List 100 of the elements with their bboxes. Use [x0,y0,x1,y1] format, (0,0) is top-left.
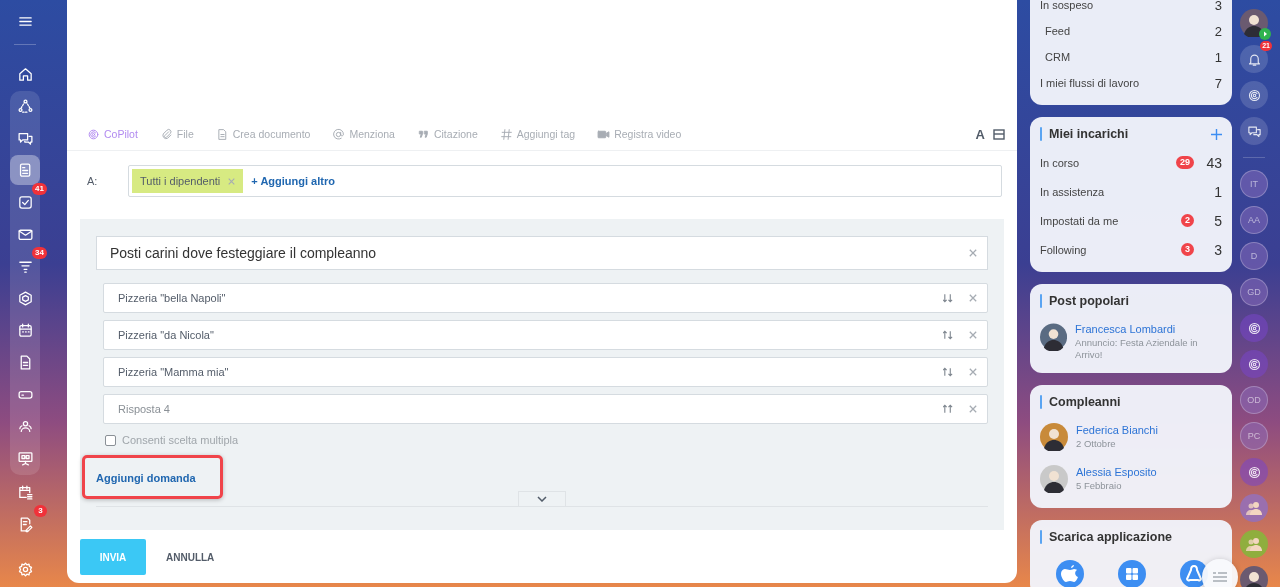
chat-button[interactable] [1240,350,1268,378]
card-title: Scarica applicazione [1049,530,1173,544]
question-field[interactable]: Posti carini dove festeggiare il compleanno [96,236,988,270]
chat-avatar[interactable]: GD [1240,278,1268,306]
up-down-arrows-icon[interactable] [943,367,953,377]
chat-avatar[interactable]: OD [1240,386,1268,414]
count-badge: 2 [1181,214,1194,227]
close-icon[interactable] [969,368,977,376]
toolbar-button[interactable]: Aggiungi tag [499,127,576,141]
spiral-icon [87,127,100,141]
toolbar-button[interactable]: Menziona [332,127,395,141]
person-link[interactable]: Alessia Esposito [1076,466,1157,478]
birthday-date: 5 Febbraio [1076,480,1123,492]
chat-avatar[interactable]: D [1240,242,1268,270]
cancel-button[interactable]: ANNULLA [156,539,225,575]
accent-bar [1040,294,1042,308]
count-badge: 3 [1181,243,1194,256]
card-title: Miei incarichi [1049,127,1130,141]
presentation-icon [16,449,34,467]
down-arrows-icon[interactable] [943,293,953,303]
panel-icon[interactable] [993,128,1005,140]
author-link[interactable]: Francesca Lombardi [1075,323,1222,335]
group-chat-avatar[interactable] [1240,494,1268,522]
birthday-date: 2 Ottobre [1076,438,1117,450]
add-recipient-link[interactable]: + Aggiungi altro [251,175,335,187]
hexagon-icon [16,289,34,307]
add-icon[interactable] [1211,128,1222,140]
close-icon[interactable] [969,294,977,302]
workflow-row[interactable]: I miei flussi di lavoro 7 [1040,70,1222,96]
group-chat-avatar[interactable] [1240,530,1268,558]
accent-bar [1040,127,1042,141]
workflow-row[interactable]: CRM 1 [1040,44,1222,70]
up-arrows-icon[interactable] [943,404,953,414]
task-row[interactable]: Following 3 3 [1040,235,1222,264]
nav-item[interactable] [10,155,40,185]
answer-field[interactable]: Pizzeria "Mamma mia" [103,357,988,387]
toolbar-button[interactable]: Citazione [416,127,478,141]
avatar-icon[interactable] [1040,323,1068,351]
count-badge: 41 [32,183,47,195]
avatar-icon[interactable] [1040,423,1068,451]
home-icon [16,65,34,83]
toolbar-button[interactable]: Crea documento [215,127,311,141]
answer-field[interactable]: Risposta 4 [103,394,988,424]
chat-button[interactable] [1240,458,1268,486]
chat-icon [1246,123,1262,139]
recipients-field[interactable]: Tutti i dipendenti + Aggiungi altro [128,165,1002,197]
close-icon[interactable] [969,405,977,413]
add-question-link[interactable]: Aggiungi domanda [96,472,196,484]
chat-avatar[interactable]: PC [1240,422,1268,450]
task-row[interactable]: In corso 29 43 [1040,148,1222,177]
people-icon [1246,501,1262,515]
expand-tab[interactable] [518,491,566,506]
calendar-list-icon [16,483,34,501]
card-title: Compleanni [1049,395,1122,409]
avatar-icon[interactable] [1240,566,1268,587]
chat-avatar[interactable]: IT [1240,170,1268,198]
post-title: Annuncio: Festa Aziendale in Arrivo! [1075,337,1199,361]
checkbox-icon [16,193,34,211]
recipient-tag[interactable]: Tutti i dipendenti [132,169,244,193]
toolbar-button[interactable]: File [159,127,194,141]
workflow-row[interactable]: Feed 2 [1040,18,1222,44]
workflow-row[interactable]: In sospeso 3 [1040,0,1222,18]
accent-bar [1040,395,1042,409]
up-down-arrows-icon[interactable] [943,330,953,340]
spiral-icon [1246,356,1262,372]
chevron-down-icon [537,496,547,502]
task-row[interactable]: Impostati da me 2 5 [1040,206,1222,235]
count-badge: 3 [34,505,47,517]
paperclip-icon [159,127,173,141]
network-icon [16,97,34,115]
toolbar-button[interactable]: CoPilot [87,127,138,141]
text-format-button[interactable]: A [975,126,985,142]
chat-avatar[interactable]: AA [1240,206,1268,234]
windows-icon[interactable] [1118,560,1146,587]
answer-field[interactable]: Pizzeria "bella Napoli" [103,283,988,313]
count-badge: 29 [1176,156,1194,169]
task-row[interactable]: In assistenza 1 [1040,177,1222,206]
accent-bar [1040,530,1042,544]
close-icon[interactable] [969,331,977,339]
card-title: Post popolari [1049,294,1130,308]
hash-icon [499,127,513,141]
people-icon [1246,537,1262,551]
close-icon[interactable] [969,249,977,257]
chat-button[interactable] [1240,314,1268,342]
play-icon [1259,28,1271,40]
calendar-icon [16,321,34,339]
apple-icon[interactable] [1056,560,1084,587]
toolbar-button[interactable]: Registra video [597,127,682,141]
person-link[interactable]: Federica Bianchi [1076,424,1158,436]
answer-field[interactable]: Pizzeria "da Nicola" [103,320,988,350]
at-icon [332,127,346,141]
spiral-icon [1246,87,1262,103]
rail-button[interactable] [1240,117,1268,145]
checkbox-label: Consenti scelta multipla [122,434,239,446]
list-icon [1213,572,1227,582]
avatar-icon[interactable] [1040,465,1068,493]
recipients-label: A: [87,175,99,187]
rail-button[interactable] [1240,81,1268,109]
checkbox[interactable] [105,434,116,446]
spiral-icon [1246,464,1262,480]
